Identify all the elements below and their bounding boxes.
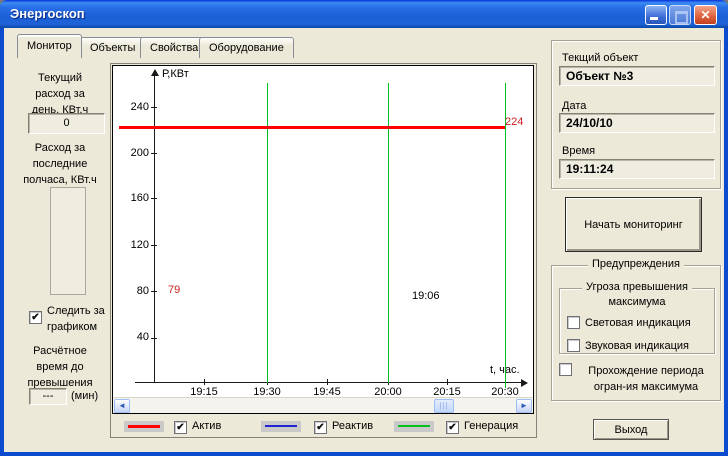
y-tick-label: 120 — [121, 239, 149, 251]
check-icon: ✔ — [447, 422, 458, 433]
date-field: 24/10/10 — [559, 113, 715, 133]
scroll-left-button[interactable]: ◄ — [114, 399, 130, 413]
time-label: Время — [562, 145, 595, 157]
y-tick-label: 240 — [121, 101, 149, 113]
light-indication-checkbox[interactable] — [567, 316, 580, 329]
check-icon: ✔ — [175, 422, 186, 433]
current-object-field: Объект №3 — [559, 66, 715, 86]
y-tick-label: 200 — [121, 147, 149, 159]
legend-label-generation[interactable]: Генерация — [464, 420, 518, 432]
active-series-checkbox[interactable]: ✔ — [174, 421, 187, 434]
sound-indication-label[interactable]: Звуковая индикация — [585, 340, 689, 352]
y-axis-arrow-icon — [151, 69, 159, 76]
window-title: Энергоскоп — [10, 6, 85, 21]
x-tick — [327, 379, 328, 385]
estimate-unit-label: (мин) — [71, 390, 98, 402]
y-tick-label: 80 — [121, 285, 149, 297]
warnings-group: Предупреждения Угроза превышения максиму… — [551, 265, 721, 401]
legend-swatch-reactive — [261, 421, 301, 432]
estimate-time-label: Расчётное время до превышения — [14, 343, 106, 391]
chart-panel: Р,КВт t, час. 240 200 160 120 80 40 19:1… — [110, 63, 537, 438]
check-icon: ✔ — [30, 312, 41, 323]
current-object-label: Текщий объект — [562, 52, 638, 64]
active-power-line — [119, 126, 505, 129]
exit-button[interactable]: Выход — [593, 419, 669, 440]
chart-scrollbar[interactable]: ◄ ||| ► — [113, 397, 533, 414]
green-line-icon — [398, 425, 430, 427]
minimize-icon — [650, 17, 658, 20]
red-line-start-label: 79 — [168, 284, 180, 296]
follow-graph-label[interactable]: Следить за графиком — [47, 303, 117, 335]
halfhour-consumption-label: Расход за последние полчаса, КВт.ч — [10, 140, 110, 188]
chart-plot-area: Р,КВт t, час. 240 200 160 120 80 40 19:1… — [112, 65, 534, 414]
app-window: Энергоскоп ✕ Монитор Объекты Свойства Об… — [0, 0, 728, 456]
daily-consumption-label: Текущий расход за день, КВт.ч — [14, 70, 106, 118]
y-axis — [154, 76, 155, 383]
halfhour-consumption-box — [50, 187, 86, 295]
reactive-series-checkbox[interactable]: ✔ — [314, 421, 327, 434]
legend-label-active[interactable]: Актив — [192, 420, 221, 432]
legend-label-reactive[interactable]: Реактив — [332, 420, 373, 432]
y-tick-label: 160 — [121, 192, 149, 204]
date-label: Дата — [562, 100, 586, 112]
tab-equipment[interactable]: Оборудование — [199, 37, 294, 58]
check-icon: ✔ — [315, 422, 326, 433]
red-line-icon — [128, 425, 160, 428]
tab-objects[interactable]: Объекты — [80, 37, 145, 58]
daily-consumption-value: 0 — [28, 113, 105, 134]
estimate-time-value: --- — [29, 388, 67, 405]
close-button[interactable]: ✕ — [694, 5, 717, 25]
maximize-icon — [675, 11, 688, 24]
legend-swatch-active — [124, 421, 164, 432]
y-tick — [151, 245, 157, 246]
threat-group-title-line2: максимума — [560, 296, 714, 308]
y-tick — [151, 198, 157, 199]
blue-line-icon — [265, 425, 297, 427]
x-tick — [204, 379, 205, 385]
maximize-button[interactable] — [669, 5, 691, 25]
scrollbar-thumb[interactable]: ||| — [434, 399, 454, 413]
generation-vline — [505, 83, 506, 388]
tab-monitor[interactable]: Монитор — [17, 34, 82, 58]
generation-series-checkbox[interactable]: ✔ — [446, 421, 459, 434]
follow-graph-checkbox[interactable]: ✔ — [29, 311, 42, 324]
threat-group-title: Угроза превышения — [582, 281, 692, 293]
threat-group: Угроза превышения максимума Световая инд… — [559, 288, 715, 354]
period-pass-checkbox[interactable] — [559, 363, 572, 376]
legend-swatch-generation — [394, 421, 434, 432]
close-icon: ✕ — [695, 6, 716, 24]
x-axis — [135, 382, 525, 383]
red-line-end-label: 224 — [505, 116, 523, 128]
y-tick — [151, 153, 157, 154]
y-tick — [151, 107, 157, 108]
time-field: 19:11:24 — [559, 159, 715, 179]
sound-indication-checkbox[interactable] — [567, 339, 580, 352]
start-monitoring-button[interactable]: Начать мониторинг — [565, 197, 702, 252]
current-object-group: Текщий объект Объект №3 Дата 24/10/10 Вр… — [551, 40, 721, 189]
y-tick-label: 40 — [121, 331, 149, 343]
period-pass-label[interactable]: Прохождение периода огран-ия максимума — [573, 363, 719, 395]
chart-annotation: 19:06 — [412, 290, 440, 302]
minimize-button[interactable] — [645, 5, 667, 25]
y-tick — [151, 338, 157, 339]
light-indication-label[interactable]: Световая индикация — [585, 317, 691, 329]
titlebar[interactable]: Энергоскоп ✕ — [0, 0, 728, 28]
x-tick — [447, 379, 448, 385]
y-axis-title: Р,КВт — [162, 68, 189, 80]
y-tick — [151, 291, 157, 292]
scroll-right-button[interactable]: ► — [516, 399, 532, 413]
warnings-group-title: Предупреждения — [588, 258, 684, 270]
